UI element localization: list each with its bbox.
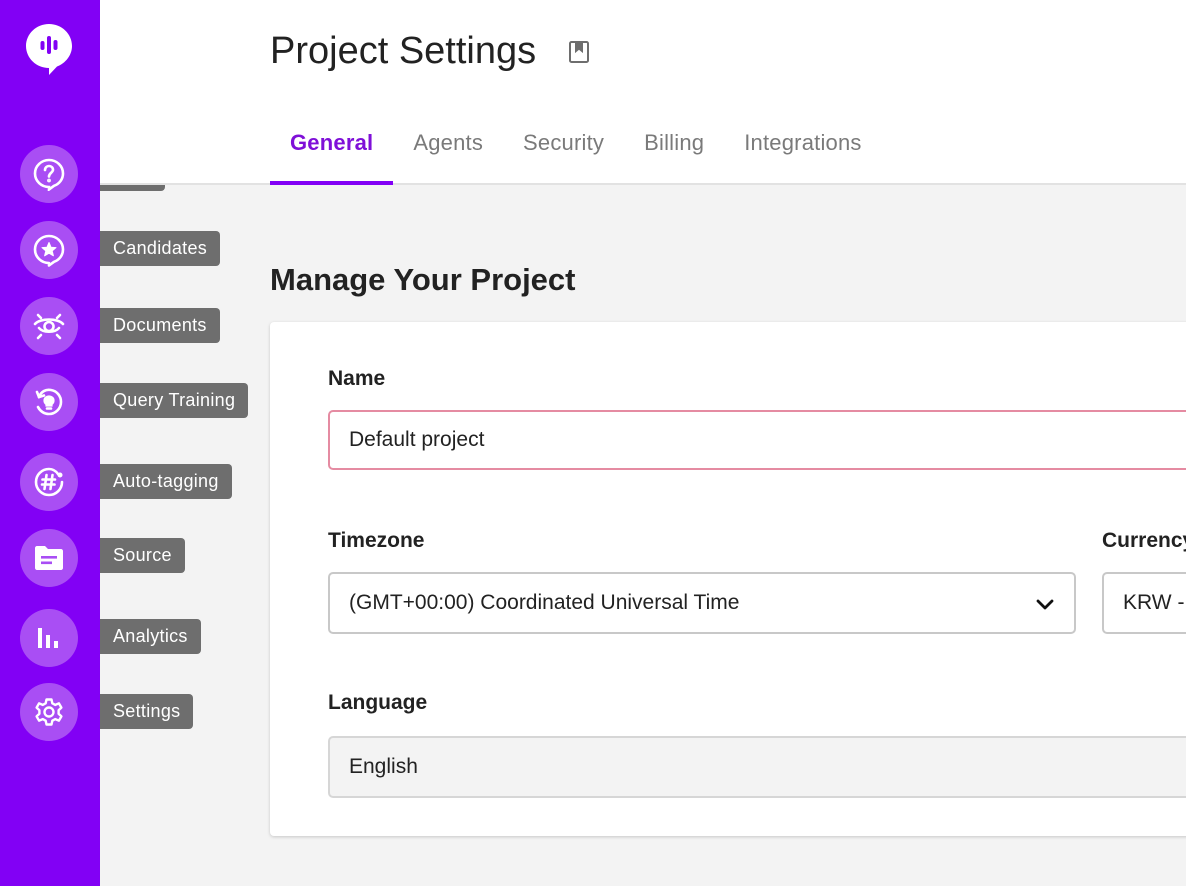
timezone-value: (GMT+00:00) Coordinated Universal Time <box>349 591 740 614</box>
bar-chart-icon <box>38 628 58 648</box>
tab-bar: General Agents Security Billing Integrat… <box>270 118 882 185</box>
sidebar-item-candidates[interactable] <box>20 221 78 279</box>
name-label: Name <box>328 367 386 390</box>
section-title: Manage Your Project <box>270 262 576 297</box>
logo-icon <box>26 24 72 75</box>
language-label: Language <box>328 691 428 714</box>
language-value: English <box>349 755 418 778</box>
app-root: Q&A Candidates Documents Query Training … <box>0 0 1186 886</box>
sidebar-item-source[interactable] <box>20 529 78 587</box>
tooltip-analytics: Analytics <box>100 619 201 654</box>
timezone-label: Timezone <box>328 529 425 552</box>
folder-icon <box>35 546 63 570</box>
project-name-input[interactable] <box>328 410 1186 470</box>
chevron-down-icon <box>1036 599 1054 610</box>
tab-agents[interactable]: Agents <box>393 118 503 184</box>
sidebar-item-qa[interactable] <box>20 145 78 203</box>
timezone-select[interactable]: (GMT+00:00) Coordinated Universal Time <box>328 572 1076 634</box>
tab-general[interactable]: General <box>270 118 394 185</box>
tab-security[interactable]: Security <box>503 118 624 184</box>
language-field[interactable]: English <box>328 736 1186 798</box>
tab-billing[interactable]: Billing <box>624 118 724 184</box>
tooltip-source: Source <box>100 538 185 573</box>
tooltip-documents: Documents <box>100 308 220 343</box>
bookmark-icon[interactable] <box>568 40 590 64</box>
tooltip-settings: Settings <box>100 694 194 729</box>
sidebar-item-documents[interactable] <box>20 297 78 355</box>
eye-icon <box>33 313 65 340</box>
help-bubble-icon <box>33 158 65 191</box>
lightbulb-refresh-icon <box>35 388 63 416</box>
currency-value: KRW - <box>1123 591 1185 614</box>
tooltip-query-training: Query Training <box>100 383 249 418</box>
tooltip-auto-tagging: Auto-tagging <box>100 464 232 499</box>
project-settings-card: Name Timezone (GMT+00:00) Coordinated Un… <box>270 322 1186 836</box>
gear-icon <box>35 698 63 726</box>
star-bubble-icon <box>33 234 65 267</box>
page-title: Project Settings <box>270 30 537 72</box>
currency-label: Currency <box>1102 529 1186 552</box>
currency-select[interactable]: KRW - <box>1102 572 1186 634</box>
sidebar-item-auto-tagging[interactable] <box>20 453 78 511</box>
sidebar <box>0 0 100 886</box>
sidebar-item-analytics[interactable] <box>20 609 78 667</box>
page-header: Project Settings General Agents Security… <box>100 0 1186 185</box>
tab-integrations[interactable]: Integrations <box>724 118 881 184</box>
sidebar-item-settings[interactable] <box>20 683 78 741</box>
sidebar-item-query-training[interactable] <box>20 373 78 431</box>
tooltip-candidates: Candidates <box>100 231 221 266</box>
hashtag-icon <box>34 467 64 497</box>
